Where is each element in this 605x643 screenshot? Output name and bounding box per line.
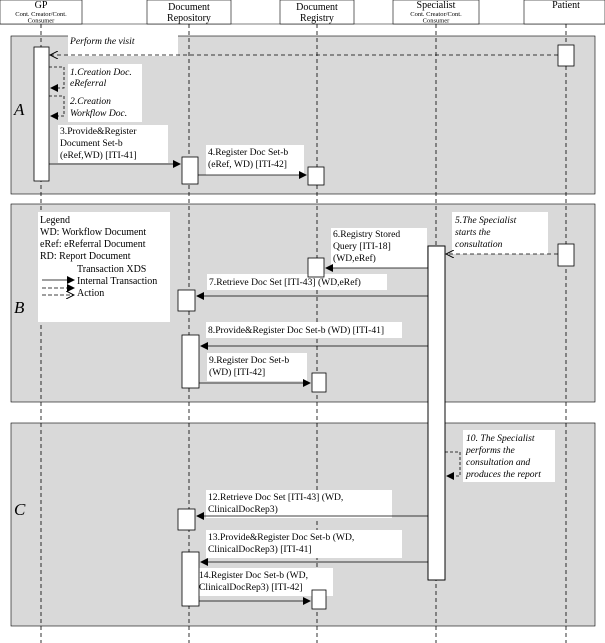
activation-patient-b: [557, 243, 575, 267]
svg-text:Patient: Patient: [552, 0, 580, 11]
msg-3-line3: (eRef,WD) [ITI-41]: [60, 150, 137, 161]
msg-10-line4: produces the report: [465, 469, 541, 480]
legend-rd: RD: Report Document: [40, 251, 131, 262]
svg-text:Specialist: Specialist: [417, 0, 456, 11]
activation-specialist: [427, 245, 446, 581]
activation-registry-b2: [311, 372, 327, 393]
svg-text:Document: Document: [296, 2, 338, 13]
sequence-diagram: GP Cont. Creator/Cont. Consumer Document…: [0, 0, 605, 643]
legend-wd: WD: Workflow Document: [40, 227, 146, 238]
msg-1-line1: 1.Creation Doc.: [70, 67, 132, 78]
activation-repository-b1: [177, 289, 196, 312]
msg-5-line3: consultation: [455, 239, 503, 250]
msg-3-line1: 3.Provide&Register: [60, 126, 137, 137]
legend-eref: eRef: eReferral Document: [40, 239, 146, 250]
msg-12-line1: 12.Retrieve Doc Set [ITI-43] (WD,: [208, 492, 343, 503]
activation-repository-a: [181, 156, 199, 185]
msg-7: 7.Retrieve Doc Set [ITI-43] (WD,eRef): [209, 277, 361, 288]
svg-text:Document: Document: [168, 2, 210, 13]
msg-10-line3: consultation and: [466, 457, 530, 468]
activation-repository-c1: [177, 508, 196, 531]
svg-text:Consumer: Consumer: [423, 18, 451, 25]
msg-14-line1: 14.Register Doc Set-b (WD,: [199, 570, 308, 581]
section-label-a: A: [13, 100, 25, 119]
msg-4-line2: (eRef, WD) [ITI-42]: [208, 159, 287, 170]
svg-text:GP: GP: [35, 0, 48, 11]
msg-4-line1: 4.Register Doc Set-b: [208, 147, 288, 158]
activation-repository-b2: [181, 334, 200, 389]
svg-text:Registry: Registry: [300, 13, 334, 24]
msg-10-line1: 10. The Specialist: [466, 433, 535, 444]
msg-14-line2: ClinicalDocRep3) [ITI-42]: [199, 582, 303, 593]
msg-2-line1: 2.Creation: [70, 96, 111, 107]
actor-document-registry: Document Registry: [279, 0, 355, 25]
msg-5-line2: starts the: [455, 227, 491, 238]
actor-specialist: Specialist Cont. Creator/Cont. Consumer: [392, 0, 480, 25]
msg-12-line2: ClinicalDocRep3): [208, 504, 278, 515]
msg-13-line2: ClinicalDocRep3) [ITI-41]: [208, 544, 312, 555]
msg-3-line2: Document Set-b: [60, 138, 123, 149]
activation-patient-a: [557, 44, 575, 67]
msg-1-line2: eReferral: [70, 78, 107, 89]
actor-patient: Patient: [523, 0, 605, 25]
msg-10-line2: performs the: [465, 445, 516, 456]
msg-6-line1: 6.Registry Stored: [333, 229, 400, 240]
msg-perform-visit: Perform the visit: [69, 36, 135, 47]
legend-xds: Transaction XDS: [77, 264, 146, 275]
actor-document-repository: Document Repository: [146, 0, 232, 25]
msg-6-line3: (WD,eRef): [333, 253, 376, 264]
activation-registry-b1: [307, 257, 325, 278]
svg-text:Repository: Repository: [167, 13, 211, 24]
activation-registry-c: [311, 589, 327, 610]
legend-action: Action: [77, 288, 104, 299]
legend-title: Legend: [40, 215, 70, 226]
msg-2-line2: Workflow Doc.: [70, 108, 127, 119]
msg-5-line1: 5.The Specialist: [455, 215, 517, 226]
section-label-b: B: [14, 298, 25, 317]
activation-repository-c2: [181, 551, 200, 607]
msg-9-line1: 9.Register Doc Set-b: [209, 355, 289, 366]
msg-9-line2: (WD) [ITI-42]: [209, 367, 265, 378]
msg-13-line1: 13.Provide&Register Doc Set-b (WD,: [208, 532, 354, 543]
msg-6-line2: Query [ITI-18]: [333, 241, 391, 252]
actor-gp: GP Cont. Creator/Cont. Consumer: [0, 0, 83, 25]
msg-8: 8.Provide&Register Doc Set-b (WD) [ITI-4…: [208, 325, 384, 336]
section-label-c: C: [14, 500, 26, 519]
svg-text:Consumer: Consumer: [28, 18, 56, 25]
legend-internal: Internal Transaction: [77, 276, 157, 287]
activation-registry-a: [307, 166, 325, 186]
activation-gp-a: [33, 46, 50, 182]
legend: Legend WD: Workflow Document eRef: eRefe…: [38, 212, 170, 322]
